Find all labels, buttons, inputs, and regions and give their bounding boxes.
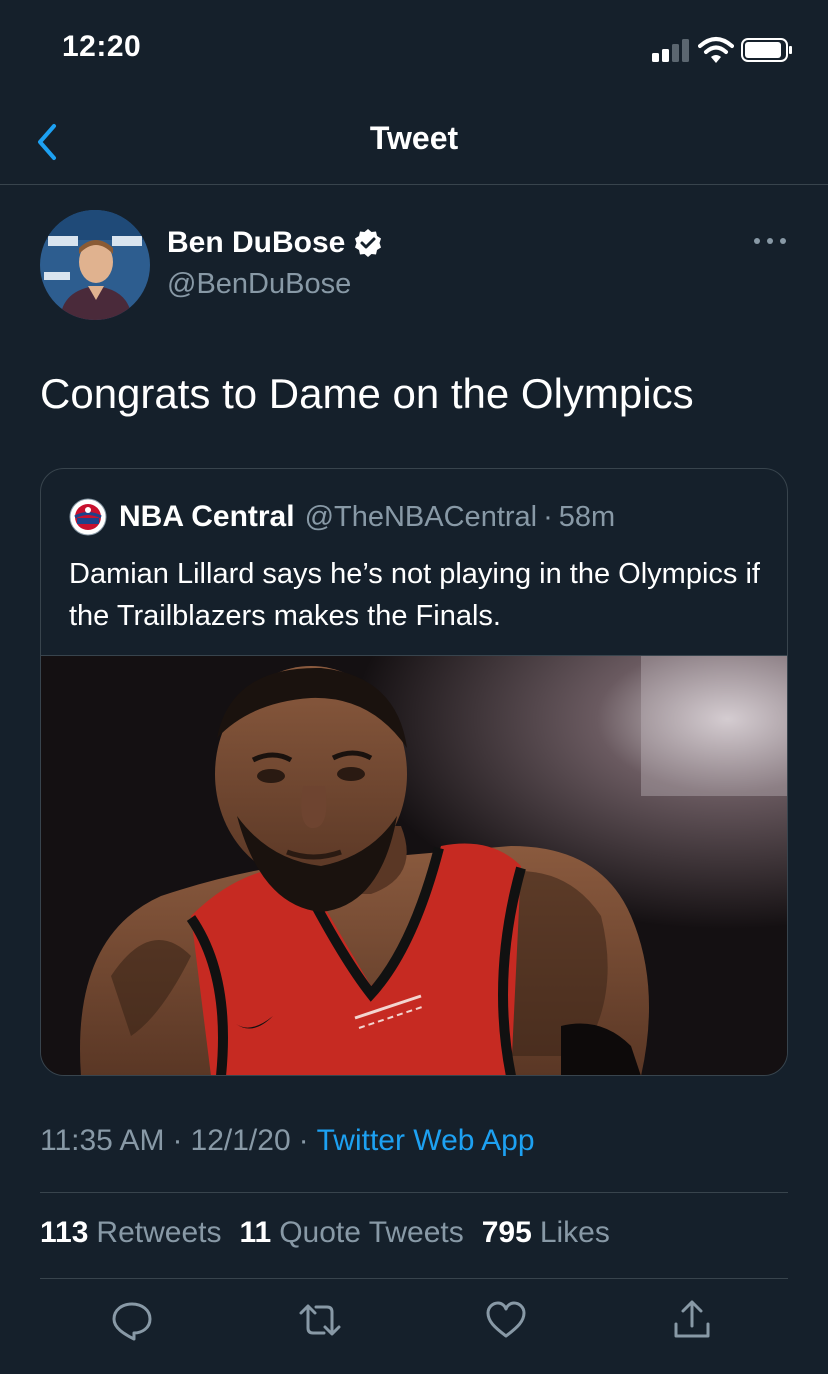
quoted-tweet-text: Damian Lillard says he’s not playing in … [69,558,760,632]
tweet-text: Congrats to Dame on the Olympics [40,370,694,417]
retweet-icon[interactable] [298,1298,342,1342]
author-name-row: Ben DuBose [167,226,383,260]
more-options-icon[interactable] [752,234,788,248]
retweets-stat[interactable]: 113 Retweets [40,1216,221,1250]
status-bar: 12:20 [0,0,828,100]
author-handle[interactable]: @BenDuBose [167,268,351,301]
quoted-tweet-age: 58m [558,500,616,533]
retweets-label: Retweets [96,1216,222,1249]
quote-tweets-stat[interactable]: 11 Quote Tweets [239,1216,463,1250]
quoted-separator: · [543,500,553,533]
retweets-count: 113 [40,1216,89,1249]
tweet-source-link[interactable]: Twitter Web App [317,1124,535,1157]
tweet-meta: 11:35 AM · 12/1/20 · Twitter Web App [40,1124,535,1158]
nav-bar: Tweet [0,100,828,185]
author-avatar[interactable] [40,210,150,320]
quoted-tweet-header: NBA Central @TheNBACentral · 58m [69,498,616,536]
divider [40,1192,788,1193]
tweet-time: 11:35 AM [40,1124,165,1157]
share-icon[interactable] [670,1298,714,1342]
quoted-tweet-card[interactable]: NBA Central @TheNBACentral · 58m Damian … [40,468,788,1076]
like-heart-icon[interactable] [484,1298,528,1342]
wifi-icon [698,37,734,63]
status-time: 12:20 [62,30,142,63]
quote-tweets-count: 11 [239,1216,272,1249]
quoted-author-avatar [69,498,107,536]
quoted-author-name: NBA Central [119,500,295,533]
meta-separator: · [298,1124,309,1157]
tweet-action-bar [0,1298,828,1354]
quoted-tweet-photo[interactable] [41,655,787,1076]
battery-icon [741,38,792,62]
page-title: Tweet [369,120,459,156]
cellular-signal-icon [652,38,692,62]
reply-icon[interactable] [110,1298,154,1342]
verified-badge-icon [355,229,382,257]
meta-separator: · [172,1124,183,1157]
likes-label: Likes [539,1216,610,1249]
likes-count: 795 [481,1216,532,1249]
author-name[interactable]: Ben DuBose [167,226,345,260]
tweet-date: 12/1/20 [190,1124,291,1157]
divider [40,1278,788,1279]
quoted-author-handle: @TheNBACentral [304,500,538,533]
tweet-header: Ben DuBose @BenDuBose [40,210,788,320]
tweet-stats: 113 Retweets 11 Quote Tweets 795 Likes [40,1216,628,1250]
likes-stat[interactable]: 795 Likes [482,1216,610,1250]
avatar-image [40,210,150,320]
quote-tweets-label: Quote Tweets [279,1216,464,1249]
